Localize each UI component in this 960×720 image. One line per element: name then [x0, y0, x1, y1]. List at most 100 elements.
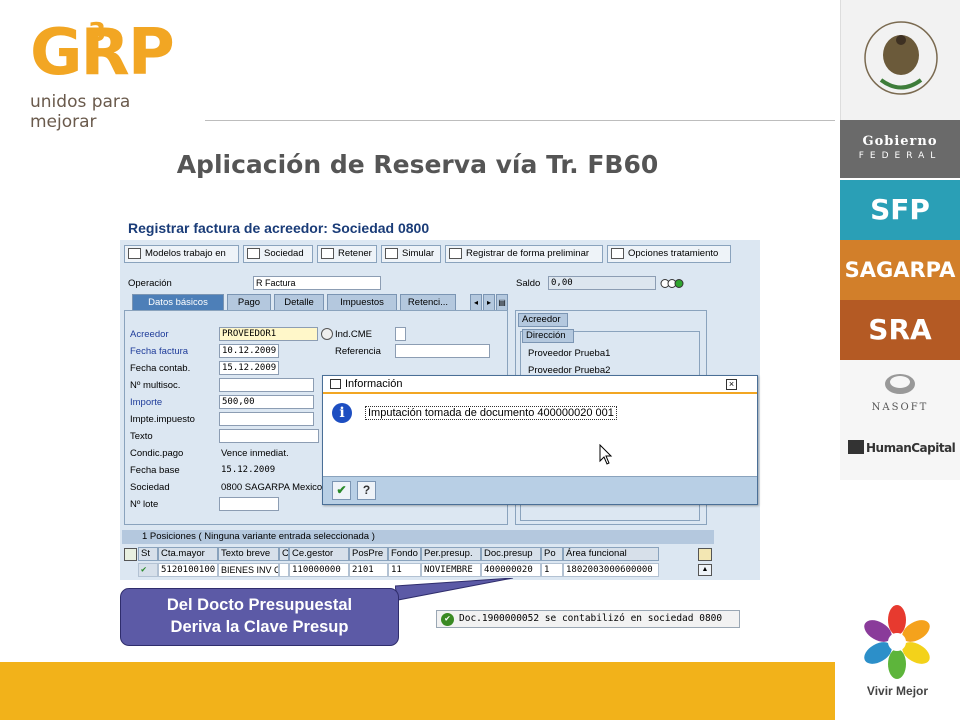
- dialog-body: i Imputación tomada de documento 4000000…: [323, 396, 757, 476]
- mexico-seal: [840, 0, 960, 120]
- slide-title: Aplicación de Reserva vía Tr. FB60: [176, 150, 659, 179]
- direccion-tab[interactable]: Dirección: [522, 329, 574, 343]
- operacion-select[interactable]: R Factura: [253, 276, 381, 290]
- col-texto-breve: Texto breve: [218, 547, 279, 561]
- park-document-icon: [449, 248, 462, 259]
- acreedor-label: Acreedor: [130, 329, 169, 340]
- ind-cme-input[interactable]: [395, 327, 406, 341]
- tab-impuestos[interactable]: Impuestos: [327, 294, 397, 310]
- tab-detalle[interactable]: Detalle: [274, 294, 324, 310]
- mouse-pointer-icon: [599, 444, 613, 465]
- saldo-label: Saldo: [516, 278, 541, 289]
- referencia-input[interactable]: [395, 344, 490, 358]
- importe-label: Importe: [130, 397, 163, 408]
- retener-button[interactable]: Retener: [317, 245, 377, 263]
- multisoc-label: Nº multisoc.: [130, 380, 181, 391]
- tab-datos-basicos[interactable]: Datos básicos: [132, 294, 224, 310]
- texto-input[interactable]: [219, 429, 319, 443]
- sociedad-button[interactable]: Sociedad: [243, 245, 313, 263]
- company-icon: [247, 248, 260, 259]
- fecha-base-value: 15.12.2009: [221, 465, 276, 475]
- opciones-tratamiento-label: Opciones tratamiento: [628, 248, 719, 259]
- sponsor-logos: NASOFT HumanCapital: [840, 360, 960, 480]
- cell-pospre[interactable]: 2101: [349, 563, 388, 577]
- humancapital-icon: [848, 440, 864, 454]
- multisoc-input[interactable]: [219, 378, 314, 392]
- status-message: Doc.1900000052 se contabilizó en socieda…: [459, 613, 723, 624]
- fecha-contab-input[interactable]: 15.12.2009: [219, 361, 279, 375]
- referencia-label: Referencia: [335, 346, 381, 357]
- informacion-dialog: Información × i Imputación tomada de doc…: [322, 375, 758, 505]
- retener-label: Retener: [338, 248, 372, 259]
- condic-pago-label: Condic.pago: [130, 448, 184, 459]
- vivir-mejor-flower-icon: [864, 605, 930, 679]
- nasoft-icon: [885, 374, 915, 394]
- logo-superscript: 3: [88, 18, 107, 48]
- operacion-value: R Factura: [256, 278, 296, 288]
- gobierno-federal-badge: Gobierno FEDERAL: [840, 120, 960, 178]
- cell-per-presup[interactable]: NOVIEMBRE: [421, 563, 481, 577]
- sap-screen-title: Registrar factura de acreedor: Sociedad …: [128, 220, 430, 236]
- fecha-base-label: Fecha base: [130, 465, 180, 476]
- tab-scroll-left-button[interactable]: ◂: [470, 294, 482, 310]
- humancapital-logo: HumanCapital: [848, 440, 956, 455]
- nasoft-label: NASOFT: [871, 402, 929, 413]
- opciones-tratamiento-button[interactable]: Opciones tratamiento: [607, 245, 731, 263]
- simular-label: Simular: [402, 248, 435, 259]
- dialog-title: Información: [345, 378, 403, 390]
- dialog-close-button[interactable]: ×: [726, 379, 737, 390]
- col-fondo: Fondo: [388, 547, 421, 561]
- registrar-preliminar-button[interactable]: Registrar de forma preliminar: [445, 245, 603, 263]
- sociedad-label: Sociedad: [264, 248, 304, 259]
- lote-input[interactable]: [219, 497, 279, 511]
- grid-scroll-up-button[interactable]: ▲: [698, 564, 712, 576]
- confirm-check-button[interactable]: ✔: [332, 481, 351, 500]
- cell-c[interactable]: [279, 563, 289, 577]
- condic-pago-value: Vence inmediat.: [221, 448, 289, 459]
- simular-button[interactable]: Simular: [381, 245, 441, 263]
- col-cta-mayor: Cta.mayor: [158, 547, 218, 561]
- callout-pointer: [395, 578, 514, 601]
- cell-area-funcional[interactable]: 1802003000600000: [563, 563, 659, 577]
- cell-doc-presup[interactable]: 400000020: [481, 563, 541, 577]
- impte-impuesto-input[interactable]: [219, 412, 314, 426]
- grid-settings-icon[interactable]: [698, 548, 712, 561]
- acreedor-lookup-icon[interactable]: [321, 328, 333, 340]
- col-pospre: PosPre: [349, 547, 388, 561]
- tab-list-button[interactable]: ▤: [496, 294, 508, 310]
- operacion-label: Operación: [128, 278, 172, 289]
- info-icon: i: [332, 403, 352, 423]
- cell-texto-breve[interactable]: BIENES INV C: [218, 563, 279, 577]
- vivir-mejor-logo: Vivir Mejor: [835, 600, 960, 710]
- importe-input[interactable]: 500,00: [219, 395, 314, 409]
- texto-label: Texto: [130, 431, 153, 442]
- col-doc-presup: Doc.presup: [481, 547, 541, 561]
- posiciones-header: 1 Posiciones ( Ninguna variante entrada …: [122, 530, 714, 544]
- status-bar: ✔ Doc.1900000052 se contabilizó en socie…: [436, 610, 740, 628]
- right-sponsor-panel: Gobierno FEDERAL SFP SAGARPA SRA NASOFT …: [835, 0, 960, 720]
- modelos-trabajo-button[interactable]: Modelos trabajo en: [124, 245, 239, 263]
- col-c: C: [279, 547, 289, 561]
- help-button[interactable]: ?: [357, 481, 376, 500]
- tab-retenciones[interactable]: Retenci...: [400, 294, 456, 310]
- dialog-titlebar: Información ×: [323, 376, 757, 394]
- cell-po[interactable]: 1: [541, 563, 563, 577]
- cell-cta-mayor[interactable]: 5120100100: [158, 563, 218, 577]
- header-divider: [205, 120, 835, 121]
- acreedor-input[interactable]: PROVEEDOR1: [219, 327, 318, 341]
- acreedor-info-tab[interactable]: Acreedor: [518, 313, 568, 327]
- dialog-window-icon: [330, 379, 341, 389]
- tab-pago[interactable]: Pago: [227, 294, 271, 310]
- sra-badge: SRA: [840, 300, 960, 360]
- fecha-factura-input[interactable]: 10.12.2009: [219, 344, 279, 358]
- simulate-icon: [385, 248, 398, 259]
- sfp-badge: SFP: [840, 180, 960, 240]
- cell-fondo[interactable]: 11: [388, 563, 421, 577]
- col-area-funcional: Área funcional: [563, 547, 659, 561]
- cell-ce-gestor[interactable]: 110000000: [289, 563, 349, 577]
- federal-label: FEDERAL: [858, 151, 942, 161]
- lote-label: Nº lote: [130, 499, 159, 510]
- tab-scroll-right-button[interactable]: ▸: [483, 294, 495, 310]
- col-st: St: [138, 547, 158, 561]
- grid-layout-icon[interactable]: [124, 548, 137, 561]
